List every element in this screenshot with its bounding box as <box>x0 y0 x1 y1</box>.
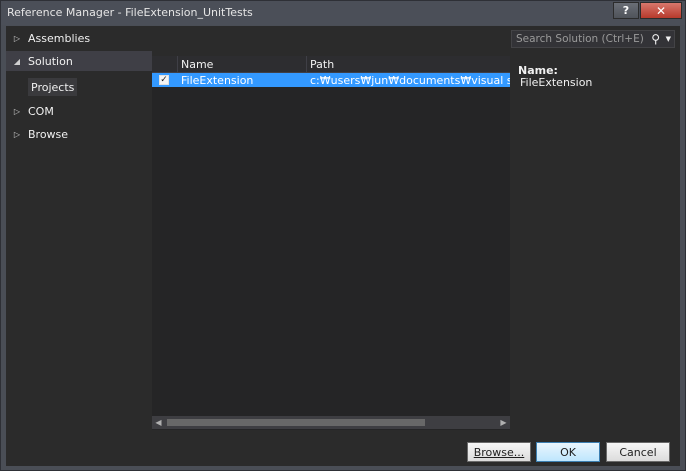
grid-header: Name Path <box>152 56 510 73</box>
nav-item-browse[interactable]: ▷ Browse <box>6 124 152 144</box>
left-nav: ▷ Assemblies ◢ Solution Projects ▷ COM ▷… <box>6 26 152 436</box>
nav-item-label: Browse <box>28 127 69 141</box>
column-header-path[interactable]: Path <box>310 56 334 72</box>
close-button[interactable]: ✕ <box>640 2 682 19</box>
collapsed-triangle-icon: ▷ <box>13 33 21 43</box>
search-box[interactable]: Search Solution (Ctrl+E) ⚲ ▼ <box>511 30 675 48</box>
scroll-left-icon[interactable]: ◀ <box>152 416 165 429</box>
column-divider[interactable] <box>177 56 178 72</box>
window-title: Reference Manager - FileExtension_UnitTe… <box>7 6 253 19</box>
nav-item-assemblies[interactable]: ▷ Assemblies <box>6 28 152 48</box>
nav-item-label: COM <box>28 104 54 118</box>
row-name: FileExtension <box>181 73 254 87</box>
browse-button-label: Browse... <box>473 445 525 459</box>
title-bar[interactable]: Reference Manager - FileExtension_UnitTe… <box>1 1 685 25</box>
scroll-right-icon[interactable]: ▶ <box>497 416 510 429</box>
column-header-name[interactable]: Name <box>181 56 213 72</box>
row-path: c:₩users₩jun₩documents₩visual studio 20 <box>310 73 510 87</box>
column-divider[interactable] <box>306 56 307 72</box>
table-row[interactable]: ✓ FileExtension c:₩users₩jun₩documents₩v… <box>152 73 510 87</box>
dropdown-arrow-icon[interactable]: ▼ <box>666 35 671 43</box>
nav-item-label: Assemblies <box>28 31 91 45</box>
reference-checkbox[interactable]: ✓ <box>159 75 169 85</box>
search-icon[interactable]: ⚲ <box>651 32 660 46</box>
browse-button[interactable]: Browse... <box>467 442 531 462</box>
horizontal-scrollbar[interactable]: ◀ ▶ <box>152 416 510 429</box>
dialog-client: ▷ Assemblies ◢ Solution Projects ▷ COM ▷… <box>6 26 680 466</box>
nav-item-solution[interactable]: ◢ Solution <box>6 51 152 71</box>
help-button[interactable]: ? <box>613 2 639 19</box>
expanded-triangle-icon: ◢ <box>13 56 21 66</box>
ok-button[interactable]: OK <box>536 442 600 462</box>
dialog-footer: Browse... OK Cancel <box>6 436 680 466</box>
details-name-value: FileExtension <box>520 76 593 89</box>
collapsed-triangle-icon: ▷ <box>13 129 21 139</box>
reference-manager-window: Reference Manager - FileExtension_UnitTe… <box>0 0 686 471</box>
nav-item-label: Solution <box>28 54 73 68</box>
scrollbar-thumb[interactable] <box>167 419 425 426</box>
collapsed-triangle-icon: ▷ <box>13 106 21 116</box>
details-pane: Name: FileExtension <box>510 56 680 430</box>
reference-grid: Name Path ✓ FileExtension c:₩users₩jun₩d… <box>152 56 510 430</box>
nav-item-projects[interactable]: Projects <box>28 78 78 96</box>
search-placeholder: Search Solution (Ctrl+E) <box>516 33 644 45</box>
nav-item-com[interactable]: ▷ COM <box>6 101 152 121</box>
cancel-button[interactable]: Cancel <box>606 442 670 462</box>
